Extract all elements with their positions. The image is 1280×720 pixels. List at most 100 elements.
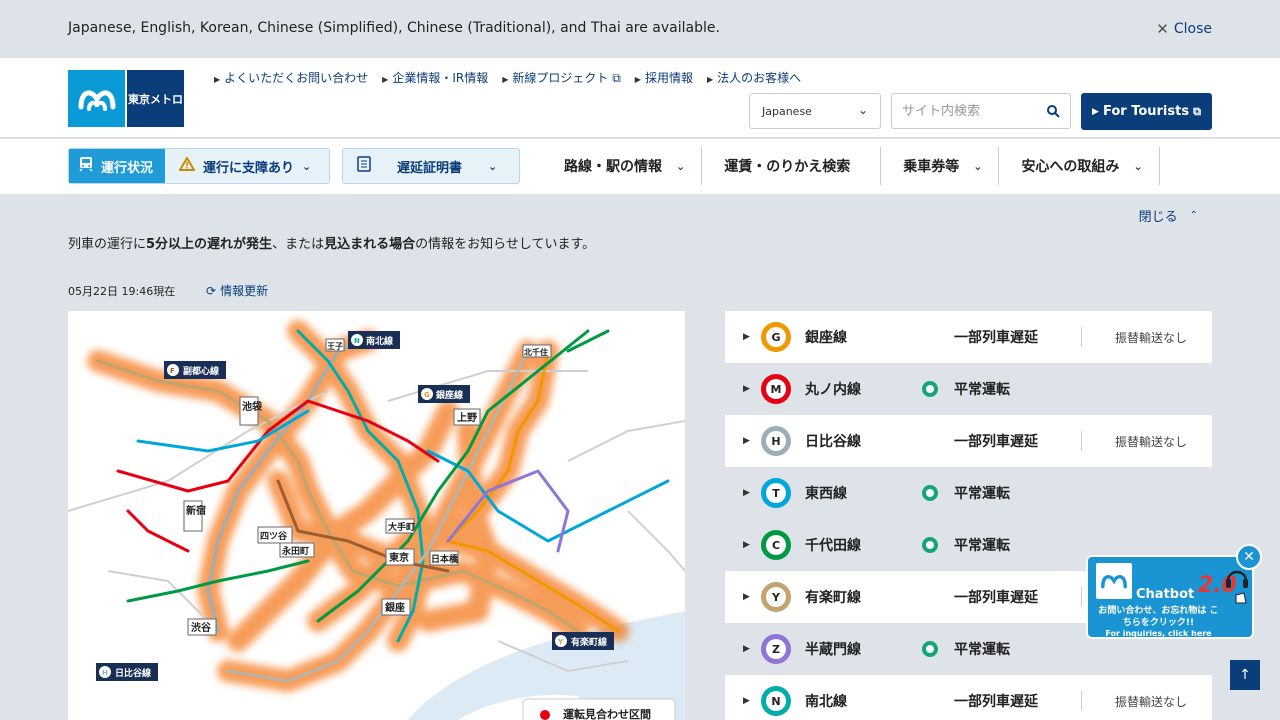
transfer-status: 振替輸送なし bbox=[1115, 694, 1188, 709]
close-label: Close bbox=[1173, 21, 1212, 37]
chatbot-text-ja: お問い合わせ、お忘れ物は こちらをクリック!! bbox=[1098, 606, 1219, 628]
top-link[interactable]: ▶ 法人のお客様へ bbox=[707, 69, 801, 86]
svg-text:四ツ谷: 四ツ谷 bbox=[260, 530, 288, 542]
chevron-down-icon: ⌄ bbox=[857, 103, 868, 117]
svg-text:銀座: 銀座 bbox=[385, 601, 405, 614]
line-name: 丸ノ内線 bbox=[805, 382, 861, 398]
line-status-row[interactable]: ▶ M 丸ノ内線 平常運転 bbox=[725, 363, 1212, 415]
line-status-row[interactable]: ▶ H 日比谷線 一部列車遅延 振替輸送なし bbox=[725, 415, 1212, 467]
normal-status-icon bbox=[922, 641, 938, 657]
chevron-down-icon: ⌄ bbox=[676, 159, 686, 173]
line-name: 東西線 bbox=[805, 486, 847, 502]
expand-arrow-icon: ▶ bbox=[743, 332, 750, 342]
external-link-icon: ⧉ bbox=[1193, 104, 1201, 118]
line-name: 千代田線 bbox=[805, 538, 861, 554]
expand-arrow-icon: ▶ bbox=[743, 436, 750, 446]
top-link[interactable]: ▶ 採用情報 bbox=[635, 69, 693, 86]
svg-text:H: H bbox=[102, 669, 108, 677]
close-language-bar-button[interactable]: ✕ Close bbox=[1156, 20, 1212, 38]
line-badge: N bbox=[761, 686, 791, 716]
chatbot-title: Chatbot bbox=[1136, 587, 1195, 602]
warning-icon bbox=[178, 156, 196, 175]
document-icon bbox=[357, 156, 371, 176]
expand-arrow-icon: ▶ bbox=[743, 488, 750, 498]
chatbot-close-button[interactable]: ✕ bbox=[1236, 544, 1262, 570]
line-badge: M bbox=[761, 374, 791, 404]
nav-item-routes[interactable]: 路線・駅の情報 ⌄ bbox=[542, 147, 703, 185]
search-icon[interactable] bbox=[1046, 103, 1060, 122]
search-input[interactable] bbox=[892, 94, 1032, 128]
chatbot-banner[interactable]: Chatbot 2.0 お問い合わせ、お忘れ物は こちらをクリック!! For … bbox=[1086, 544, 1262, 639]
language-select[interactable]: Japanese ⌄ bbox=[749, 93, 881, 129]
scroll-to-top-button[interactable]: ↑ bbox=[1230, 660, 1260, 690]
line-status-list: ▶ G 銀座線 一部列車遅延 振替輸送なし ▶ M 丸ノ内線 平常運転 ▶ H 日比谷線 一部列車遅延振… bbox=[725, 311, 1212, 720]
close-icon: ✕ bbox=[1156, 20, 1169, 38]
line-status: 一部列車遅延 bbox=[954, 590, 1038, 606]
route-map-image: 南北線 N 副都心線 F 銀座線 G 有楽町線 Y 日比谷線 H 上野 新宿 渋… bbox=[68, 320, 685, 720]
operation-status-label: 運行状況 bbox=[69, 149, 165, 183]
line-badge: Y bbox=[761, 582, 791, 612]
refresh-icon: ⟳ bbox=[206, 283, 217, 298]
line-status: 平常運転 bbox=[954, 486, 1010, 502]
normal-status-icon bbox=[922, 381, 938, 397]
transfer-status: 振替輸送なし bbox=[1115, 434, 1188, 449]
train-icon bbox=[79, 156, 93, 176]
chevron-down-icon: ⌄ bbox=[973, 159, 983, 173]
language-bar: Japanese, English, Korean, Chinese (Simp… bbox=[0, 0, 1280, 58]
nav-item-tickets[interactable]: 乗車券等 ⌄ bbox=[881, 147, 1000, 185]
top-link[interactable]: ▶ よくいただくお問い合わせ bbox=[214, 69, 368, 86]
transfer-status: 振替輸送なし bbox=[1115, 330, 1188, 345]
svg-text:王子: 王子 bbox=[327, 342, 343, 351]
svg-text:G: G bbox=[424, 391, 430, 399]
normal-status-icon bbox=[922, 485, 938, 501]
divider bbox=[1081, 327, 1082, 347]
route-map[interactable]: 南北線 N 副都心線 F 銀座線 G 有楽町線 Y 日比谷線 H 上野 新宿 渋… bbox=[68, 311, 685, 720]
svg-text:南北線: 南北線 bbox=[366, 335, 393, 347]
site-search bbox=[891, 93, 1071, 129]
tokyo-metro-logo[interactable]: 東京メトロ bbox=[68, 70, 184, 127]
top-link[interactable]: ▶ 企業情報・IR情報 bbox=[382, 69, 488, 86]
chevron-down-icon: ⌄ bbox=[488, 159, 498, 173]
svg-text:運転見合わせ区間: 運転見合わせ区間 bbox=[563, 707, 651, 720]
divider bbox=[1081, 691, 1082, 711]
site-header: 東京メトロ ▶ よくいただくお問い合わせ ▶ 企業情報・IR情報 ▶ 新線プロジェクト… bbox=[0, 58, 1280, 138]
status-warning[interactable]: 運行に支障あり ⌄ bbox=[165, 149, 329, 183]
line-status: 平常運転 bbox=[954, 538, 1010, 554]
line-badge: H bbox=[761, 426, 791, 456]
nav-item-fare-search[interactable]: 運賃・のりかえ検索 bbox=[702, 147, 882, 185]
svg-text:東京: 東京 bbox=[389, 551, 409, 564]
delay-certificate-button[interactable]: 遅延証明書 ⌄ bbox=[342, 148, 520, 184]
svg-text:F: F bbox=[170, 367, 175, 375]
line-status: 一部列車遅延 bbox=[954, 694, 1038, 710]
line-badge: C bbox=[761, 530, 791, 560]
line-status-row[interactable]: ▶ G 銀座線 一部列車遅延 振替輸送なし bbox=[725, 311, 1212, 363]
nav-item-safety[interactable]: 安心への取組み ⌄ bbox=[999, 147, 1160, 185]
svg-text:永田町: 永田町 bbox=[281, 545, 309, 557]
chevron-down-icon: ⌄ bbox=[302, 159, 312, 173]
for-tourists-button[interactable]: ▶ For Tourists ⧉ bbox=[1081, 93, 1212, 130]
line-name: 南北線 bbox=[805, 694, 847, 710]
top-links: ▶ よくいただくお問い合わせ ▶ 企業情報・IR情報 ▶ 新線プロジェクト ⧉ ▶ 採用… bbox=[214, 69, 801, 86]
expand-arrow-icon: ▶ bbox=[743, 540, 750, 550]
logo-text: 東京メトロ bbox=[127, 70, 184, 127]
update-timestamp: 05月22日 19:46現在 bbox=[68, 285, 176, 298]
operation-notice: 列車の運行に5分以上の遅れが発生、または見込まれる場合の情報をお知らせしています… bbox=[68, 237, 596, 252]
nav-items: 路線・駅の情報 ⌄ 運賃・のりかえ検索 乗車券等 ⌄ 安心への取組み ⌄ bbox=[542, 147, 1160, 185]
line-status: 一部列車遅延 bbox=[954, 434, 1038, 450]
svg-text:新宿: 新宿 bbox=[186, 504, 206, 517]
expand-arrow-icon: ▶ bbox=[743, 592, 750, 602]
main-nav: 運行状況 運行に支障あり ⌄ 遅延証明書 ⌄ 路線・駅の情報 ⌄ 運賃・のりかえ検… bbox=[0, 139, 1280, 194]
line-name: 日比谷線 bbox=[805, 434, 861, 450]
refresh-button[interactable]: ⟳ 情報更新 bbox=[206, 282, 268, 299]
operation-status-box[interactable]: 運行状況 運行に支障あり ⌄ bbox=[68, 148, 330, 184]
line-status: 平常運転 bbox=[954, 642, 1010, 658]
top-link[interactable]: ▶ 新線プロジェクト ⧉ bbox=[502, 69, 621, 86]
line-status-row[interactable]: ▶ T 東西線 平常運転 bbox=[725, 467, 1212, 519]
line-badge: G bbox=[761, 322, 791, 352]
collapse-button[interactable]: 閉じる ⌃ bbox=[1139, 206, 1198, 225]
chevron-up-icon: ⌃ bbox=[1189, 210, 1198, 221]
metro-mark-icon bbox=[1096, 563, 1132, 599]
line-status-row[interactable]: ▶ N 南北線 一部列車遅延 振替輸送なし bbox=[725, 675, 1212, 720]
metro-mark-icon bbox=[68, 70, 125, 127]
line-status: 一部列車遅延 bbox=[954, 330, 1038, 346]
